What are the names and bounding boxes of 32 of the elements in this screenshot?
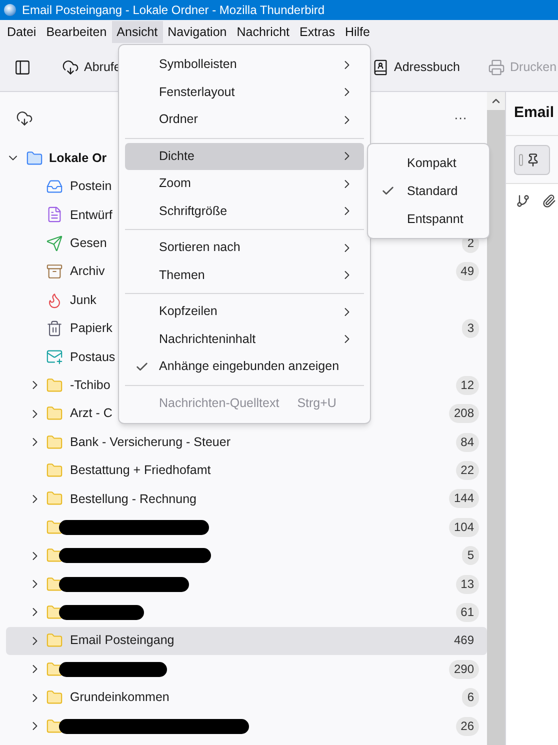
- unread-count: 6: [462, 688, 479, 708]
- unread-count: 13: [456, 574, 479, 594]
- folder-name: -Tchibo: [70, 376, 110, 394]
- unread-count: 3: [462, 319, 479, 338]
- folder-name: Grundeinkommen: [70, 689, 170, 706]
- unread-count: 26: [456, 716, 479, 736]
- folder-name: Papierk: [70, 320, 112, 338]
- unread-count: 84: [456, 432, 479, 452]
- folder-name: Archiv: [70, 263, 105, 280]
- unread-count: 22: [456, 460, 479, 480]
- unread-count: 12: [456, 376, 479, 395]
- unread-count: 49: [456, 262, 479, 282]
- folder-name: Bestattung + Friedhofamt: [70, 462, 211, 480]
- folder-name: Junk: [70, 292, 96, 309]
- folder-name: Email Posteingang: [70, 632, 174, 650]
- unread-count: 290: [448, 660, 479, 679]
- folder-name: Arzt - C: [70, 405, 112, 422]
- unread-count: 469: [452, 632, 475, 650]
- unread-count: 144: [448, 489, 479, 508]
- pane-title: Email: [514, 103, 554, 124]
- folder-name: Postein: [70, 178, 112, 196]
- account-name: Lokale Or: [49, 150, 107, 167]
- unread-count: 61: [456, 602, 479, 622]
- folder-name: Entwürf: [70, 206, 112, 224]
- folder-name: Gesen: [70, 234, 107, 252]
- unread-count: 104: [448, 518, 479, 537]
- unread-count: 5: [462, 546, 479, 566]
- window-title: Email Posteingang - Lokale Ordner - Mozilla Thunderbird: [22, 2, 325, 19]
- folder-name: Postaus: [70, 348, 116, 366]
- folder-name: Bank - Versicherung - Steuer: [70, 434, 230, 451]
- folder-name: Bestellung - Rechnung: [70, 490, 196, 508]
- unread-count: 208: [448, 404, 479, 424]
